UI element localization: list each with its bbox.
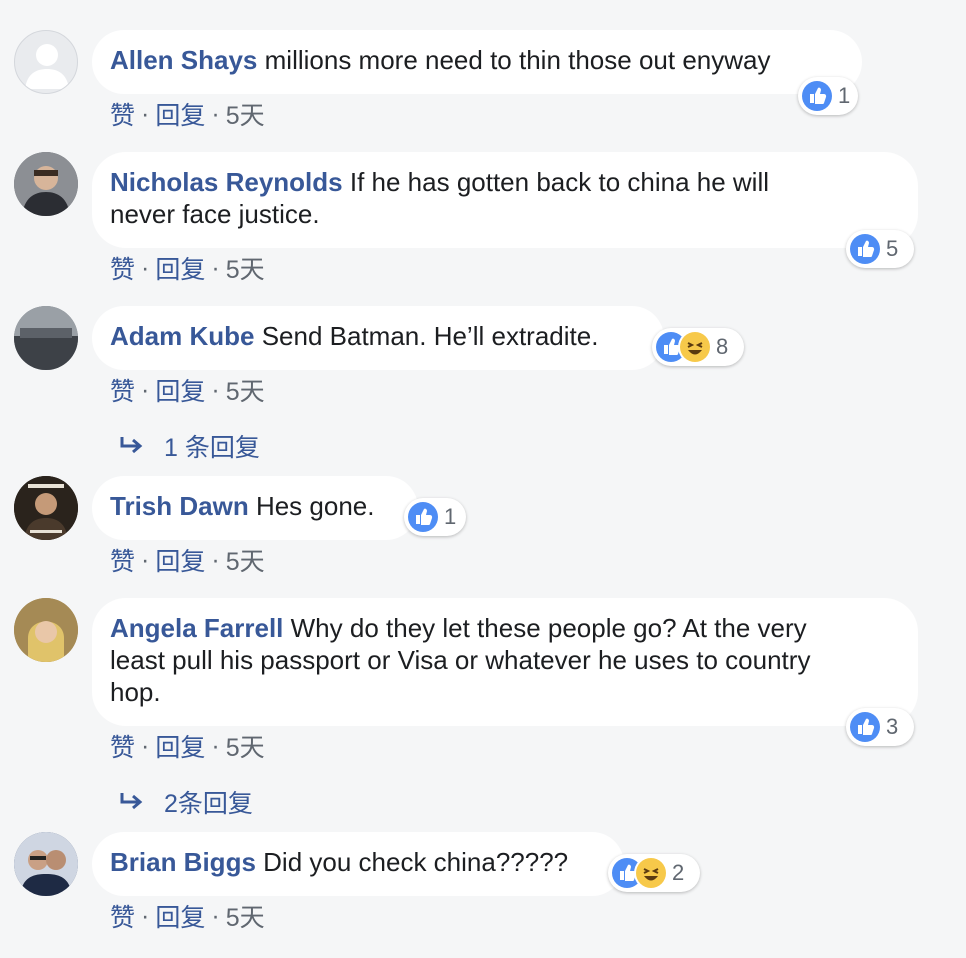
profile-photo-icon — [14, 598, 78, 662]
comment-timestamp[interactable]: 5天 — [226, 898, 265, 934]
comment-text: Send Batman. He’ll extradite. — [261, 321, 599, 351]
comment-text: never face justice. — [110, 199, 320, 229]
comment-author[interactable]: Angela Farrell — [110, 613, 283, 643]
like-reaction-icon — [802, 81, 832, 111]
comment-text: Hes gone. — [255, 491, 375, 521]
reply-link[interactable]: 回复 — [155, 250, 205, 286]
reply-link[interactable]: 回复 — [155, 372, 205, 408]
separator-dot: · — [211, 99, 220, 128]
separator-dot: · — [211, 901, 220, 930]
reaction-count: 2 — [672, 860, 685, 885]
comment-actions: 赞 · 回复 · 5天 — [110, 96, 265, 132]
reply-link[interactable]: 回复 — [155, 542, 205, 578]
comment-actions: 赞 · 回复 · 5天 — [110, 898, 265, 934]
separator-dot: · — [211, 545, 220, 574]
comment-author[interactable]: Nicholas Reynolds — [110, 167, 343, 197]
reply-link[interactable]: 回复 — [155, 898, 205, 934]
avatar-default[interactable] — [14, 30, 78, 94]
view-replies-link[interactable]: 1 条回复 — [118, 428, 260, 464]
reaction-count: 8 — [716, 334, 729, 359]
comment-bubble: Allen Shays millions more need to thin t… — [92, 30, 862, 94]
comment-timestamp[interactable]: 5天 — [226, 542, 265, 578]
avatar[interactable] — [14, 832, 78, 896]
separator-dot: · — [211, 731, 220, 760]
reaction-summary[interactable]: 2 — [608, 854, 700, 892]
reaction-summary[interactable]: 1 — [798, 77, 858, 115]
like-link[interactable]: 赞 — [110, 96, 135, 132]
comment-bubble: Trish Dawn Hes gone. — [92, 476, 418, 540]
avatar[interactable] — [14, 598, 78, 662]
haha-reaction-icon — [680, 332, 710, 362]
reply-link[interactable]: 回复 — [155, 96, 205, 132]
like-link[interactable]: 赞 — [110, 728, 135, 764]
reaction-summary[interactable]: 8 — [652, 328, 744, 366]
comment-timestamp[interactable]: 5天 — [226, 96, 265, 132]
separator-dot: · — [211, 375, 220, 404]
avatar[interactable] — [14, 152, 78, 216]
comment-actions: 赞 · 回复 · 5天 — [110, 372, 265, 408]
separator-dot: · — [141, 545, 150, 574]
comment-actions: 赞 · 回复 · 5天 — [110, 728, 265, 764]
comment-actions: 赞 · 回复 · 5天 — [110, 542, 265, 578]
default-profile-icon — [25, 44, 69, 89]
comment-bubble: Angela Farrell Why do they let these peo… — [92, 598, 918, 726]
avatar[interactable] — [14, 476, 78, 540]
comment-text: hop. — [110, 677, 161, 707]
separator-dot: · — [141, 253, 150, 282]
reply-arrow-icon — [120, 793, 143, 810]
like-reaction-icon — [850, 234, 880, 264]
like-reaction-icon — [408, 502, 438, 532]
profile-photo-icon — [14, 476, 78, 540]
like-link[interactable]: 赞 — [110, 372, 135, 408]
separator-dot: · — [141, 375, 150, 404]
comment-timestamp[interactable]: 5天 — [226, 250, 265, 286]
reaction-count: 5 — [886, 236, 899, 261]
like-reaction-icon — [850, 712, 880, 742]
separator-dot: · — [141, 731, 150, 760]
profile-photo-icon — [14, 306, 78, 370]
comment-bubble: Brian Biggs Did you check china????? — [92, 832, 624, 896]
comment-bubble: Nicholas Reynolds If he has gotten back … — [92, 152, 918, 248]
reaction-count: 3 — [886, 714, 899, 739]
separator-dot: · — [141, 99, 150, 128]
separator-dot: · — [141, 901, 150, 930]
replies-count-label[interactable]: 1 条回复 — [164, 428, 260, 464]
comment-author[interactable]: Brian Biggs — [110, 847, 256, 877]
reaction-count: 1 — [444, 504, 457, 529]
comment-author[interactable]: Allen Shays — [110, 45, 257, 75]
haha-reaction-icon — [636, 858, 666, 888]
comment-timestamp[interactable]: 5天 — [226, 728, 265, 764]
reaction-summary[interactable]: 1 — [404, 498, 466, 536]
comment-text: millions more need to thin those out eny… — [264, 45, 771, 75]
separator-dot: · — [211, 253, 220, 282]
like-link[interactable]: 赞 — [110, 542, 135, 578]
view-replies-link[interactable]: 2条回复 — [118, 784, 253, 820]
comment-bubble: Adam Kube Send Batman. He’ll extradite. — [92, 306, 664, 370]
avatar[interactable] — [14, 306, 78, 370]
reply-arrow-icon — [120, 437, 143, 454]
reaction-count: 1 — [838, 83, 851, 108]
comment-text: least pull his passport or Visa or whate… — [110, 645, 811, 675]
comment-timestamp[interactable]: 5天 — [226, 372, 265, 408]
comment-actions: 赞 · 回复 · 5天 — [110, 250, 265, 286]
comment-text: If he has gotten back to china he will — [349, 167, 770, 197]
profile-photo-icon — [14, 832, 78, 896]
comment-text: Did you check china????? — [263, 847, 569, 877]
profile-photo-icon — [14, 152, 78, 216]
reaction-summary[interactable]: 3 — [846, 708, 914, 746]
comment-author[interactable]: Adam Kube — [110, 321, 254, 351]
comment-text: Why do they let these people go? At the … — [290, 613, 807, 643]
reaction-summary[interactable]: 5 — [846, 230, 914, 268]
replies-count-label[interactable]: 2条回复 — [164, 784, 253, 820]
reply-link[interactable]: 回复 — [155, 728, 205, 764]
comment-author[interactable]: Trish Dawn — [110, 491, 249, 521]
like-link[interactable]: 赞 — [110, 250, 135, 286]
like-link[interactable]: 赞 — [110, 898, 135, 934]
